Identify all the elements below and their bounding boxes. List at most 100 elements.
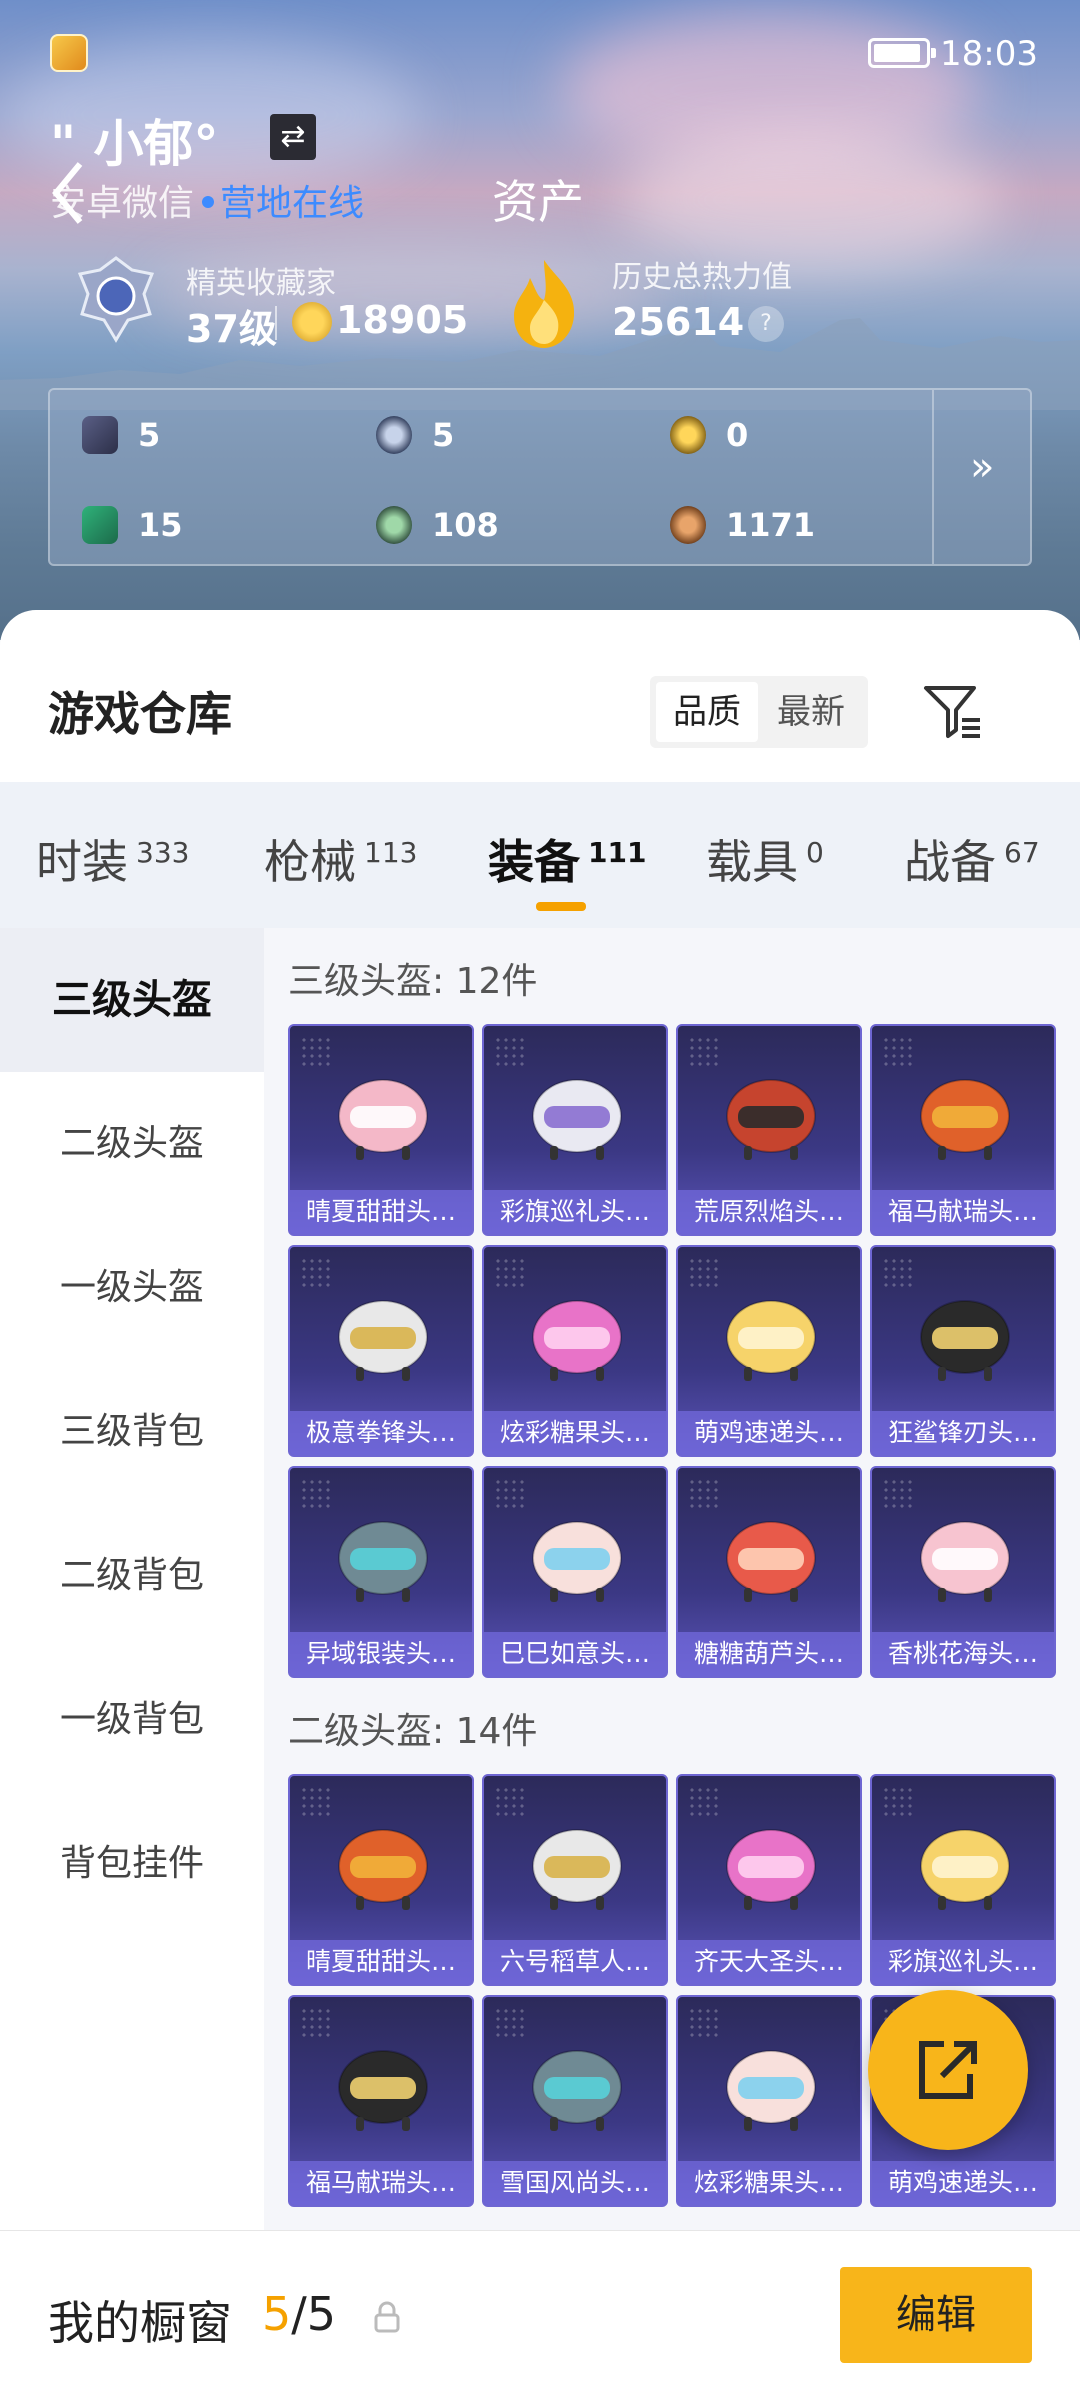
- showcase-count: 5/5: [262, 2287, 337, 2341]
- item-card[interactable]: 巳巳如意头…: [482, 1466, 668, 1678]
- sidebar-item-backpack-pendant[interactable]: 背包挂件: [0, 1792, 264, 1936]
- game-app-icon: [50, 34, 88, 72]
- profile-header: 18:03 " 小郁° ⇄ 安卓微信 营地在线 资产 精英收藏家 37级 1890…: [0, 0, 1080, 640]
- rank-badge-icon: [77, 256, 155, 343]
- item-card[interactable]: 极意拳锋头…: [288, 1245, 474, 1457]
- edit-button[interactable]: 编辑: [840, 2267, 1032, 2363]
- item-name: 巳巳如意头…: [484, 1632, 666, 1676]
- item-name: 异域银装头…: [290, 1632, 472, 1676]
- item-card[interactable]: 彩旗巡礼头…: [482, 1024, 668, 1236]
- online-status: 营地在线: [220, 183, 365, 224]
- heat-label: 历史总热力值: [612, 260, 792, 295]
- sidebar-item-level2-backpack[interactable]: 二级背包: [0, 1504, 264, 1648]
- helmet-icon: [726, 1079, 816, 1160]
- battery-icon: [868, 38, 936, 68]
- helmet-icon: [726, 1521, 816, 1602]
- item-name: 糖糖葫芦头…: [678, 1632, 860, 1676]
- helmet-icon: [920, 1079, 1010, 1160]
- sidebar-item-level3-helmet[interactable]: 三级头盔: [0, 928, 264, 1072]
- sort-newest-button[interactable]: 最新: [760, 682, 862, 742]
- divider: [932, 390, 934, 564]
- item-card[interactable]: 雪国风尚头…: [482, 1995, 668, 2207]
- item-name: 福马献瑞头…: [872, 1190, 1054, 1234]
- tab-weapons[interactable]: 枪械 113: [264, 826, 417, 889]
- sort-quality-button[interactable]: 品质: [656, 682, 758, 742]
- sidebar-item-level3-backpack[interactable]: 三级背包: [0, 1360, 264, 1504]
- item-name: 晴夏甜甜头…: [290, 1940, 472, 1984]
- heat-value: 25614: [612, 300, 745, 344]
- more-arrow-icon[interactable]: »: [970, 444, 994, 490]
- ticket-icon: [82, 506, 118, 544]
- item-card[interactable]: 炫彩糖果头…: [482, 1245, 668, 1457]
- section-label-level2-helmet: 二级头盔: 14件: [288, 1711, 538, 1752]
- item-name: 极意拳锋头…: [290, 1411, 472, 1455]
- helmet-icon: [532, 1521, 622, 1602]
- item-card[interactable]: 彩旗巡礼头…: [870, 1774, 1056, 1986]
- item-name: 香桃花海头…: [872, 1632, 1054, 1676]
- helmet-icon: [338, 1079, 428, 1160]
- item-name: 福马献瑞头…: [290, 2161, 472, 2205]
- helmet-icon: [920, 1829, 1010, 1910]
- divider: [275, 306, 277, 340]
- collector-coin-icon: [292, 302, 332, 342]
- sidebar-item-level2-helmet[interactable]: 二级头盔: [0, 1072, 264, 1216]
- item-card[interactable]: 糖糖葫芦头…: [676, 1466, 862, 1678]
- item-card[interactable]: 狂鲨锋刃头…: [870, 1245, 1056, 1457]
- helmet-icon: [920, 1521, 1010, 1602]
- item-card[interactable]: 香桃花海头…: [870, 1466, 1056, 1678]
- helmet-icon: [920, 1300, 1010, 1381]
- sort-toggle: 品质 最新: [650, 676, 868, 748]
- item-name: 齐天大圣头…: [678, 1940, 860, 1984]
- item-name: 萌鸡速递头…: [872, 2161, 1054, 2205]
- platform-line: 安卓微信 营地在线: [50, 174, 364, 226]
- item-card[interactable]: 福马献瑞头…: [870, 1024, 1056, 1236]
- switch-account-icon[interactable]: ⇄: [270, 114, 316, 160]
- green-coin-icon: [376, 506, 412, 544]
- help-icon[interactable]: ?: [748, 306, 784, 342]
- share-button[interactable]: [868, 1990, 1028, 2150]
- sidebar-item-level1-helmet[interactable]: 一级头盔: [0, 1216, 264, 1360]
- tab-equipment[interactable]: 装备 111: [488, 826, 646, 889]
- filter-icon[interactable]: [920, 680, 984, 744]
- helmet-icon: [532, 1079, 622, 1160]
- item-card[interactable]: 福马献瑞头…: [288, 1995, 474, 2207]
- helmet-icon: [532, 1829, 622, 1910]
- helmet-icon: [532, 2050, 622, 2131]
- silver-badge-icon: [376, 416, 412, 454]
- item-card[interactable]: 荒原烈焰头…: [676, 1024, 862, 1236]
- platform-name: 安卓微信: [50, 183, 195, 224]
- item-card[interactable]: 萌鸡速递头…: [676, 1245, 862, 1457]
- asset-stats-panel[interactable]: 5 5 0 15 108 1171 »: [48, 388, 1032, 566]
- item-card[interactable]: 六号稻草人…: [482, 1774, 668, 1986]
- helmet-icon: [726, 2050, 816, 2131]
- item-card[interactable]: 齐天大圣头…: [676, 1774, 862, 1986]
- helmet-icon: [338, 2050, 428, 2131]
- item-name: 萌鸡速递头…: [678, 1411, 860, 1455]
- online-dot-icon: [202, 196, 215, 208]
- collector-coins: 18905: [336, 298, 469, 342]
- helmet-icon: [726, 1829, 816, 1910]
- subcategory-sidebar: 三级头盔 二级头盔 一级头盔 三级背包 二级背包 一级背包 背包挂件: [0, 928, 264, 2258]
- item-name: 雪国风尚头…: [484, 2161, 666, 2205]
- helmet-icon: [338, 1300, 428, 1381]
- item-card[interactable]: 晴夏甜甜头…: [288, 1774, 474, 1986]
- item-name: 荒原烈焰头…: [678, 1190, 860, 1234]
- warehouse-title: 游戏仓库: [48, 687, 232, 741]
- item-card[interactable]: 异域银装头…: [288, 1466, 474, 1678]
- helmet-icon: [338, 1521, 428, 1602]
- helmet-icon: [532, 1300, 622, 1381]
- tab-vehicles[interactable]: 载具 0: [706, 826, 824, 889]
- item-card[interactable]: 炫彩糖果头…: [676, 1995, 862, 2207]
- item-name: 晴夏甜甜头…: [290, 1190, 472, 1234]
- helmet-icon: [726, 1300, 816, 1381]
- sidebar-item-level1-backpack[interactable]: 一级背包: [0, 1648, 264, 1792]
- item-card[interactable]: 晴夏甜甜头…: [288, 1024, 474, 1236]
- card-icon: [82, 416, 118, 454]
- helmet-icon: [338, 1829, 428, 1910]
- item-name: 炫彩糖果头…: [678, 2161, 860, 2205]
- tab-combat-supplies[interactable]: 战备 67: [904, 826, 1040, 889]
- active-tab-indicator: [536, 902, 586, 911]
- tab-fashion[interactable]: 时装 333: [36, 826, 189, 889]
- lock-icon: [374, 2301, 400, 2333]
- rank-level: 37级: [186, 307, 277, 351]
